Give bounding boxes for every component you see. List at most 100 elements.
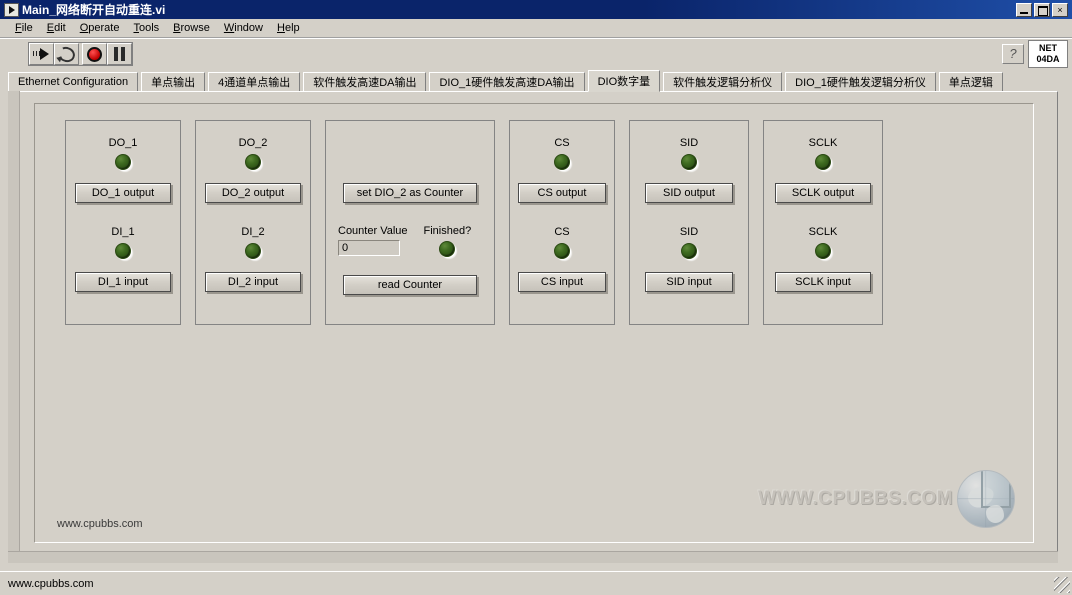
menu-item-window[interactable]: Window bbox=[217, 20, 270, 36]
menu-item-tools[interactable]: Tools bbox=[126, 20, 166, 36]
abort-stop-icon bbox=[87, 46, 102, 62]
cs-output-button[interactable]: CS output bbox=[518, 183, 606, 203]
run-button[interactable] bbox=[29, 43, 54, 65]
tab-sw-trigger-logic-analyzer[interactable]: 软件触发逻辑分析仪 bbox=[663, 72, 783, 91]
window-titlebar: Main_网络断开自动重连.vi × bbox=[0, 0, 1072, 19]
di1-led-label: DI_1 bbox=[111, 226, 135, 238]
abort-button[interactable] bbox=[82, 43, 107, 65]
sclk-output-led-indicator bbox=[815, 154, 831, 170]
counter-value-field-wrap: Counter Value 0 bbox=[338, 225, 408, 256]
run-loop-icon bbox=[55, 44, 78, 64]
tab-single-point-output[interactable]: 单点输出 bbox=[141, 72, 206, 91]
minimize-button[interactable] bbox=[1016, 2, 1032, 17]
set-dio2-as-counter-button[interactable]: set DIO_2 as Counter bbox=[343, 183, 477, 203]
do1-led-label: DO_1 bbox=[108, 137, 138, 149]
tab-strip: Ethernet Configuration 单点输出 4通道单点输出 软件触发… bbox=[8, 70, 1058, 92]
cs-output-led-indicator bbox=[554, 154, 570, 170]
do1-di1-group: DO_1 DO_1 output DI_1 DI_1 input bbox=[65, 120, 181, 325]
cs-group: CS CS output CS CS input bbox=[509, 120, 615, 325]
menu-item-edit[interactable]: Edit bbox=[40, 20, 73, 36]
status-bar: www.cpubbs.com bbox=[0, 571, 1072, 595]
net-badge-line1: NET bbox=[1039, 42, 1057, 53]
counter-group: set DIO_2 as Counter Counter Value 0 Fin… bbox=[325, 120, 495, 325]
sid-group: SID SID output SID SID input bbox=[629, 120, 749, 325]
di1-led-indicator bbox=[115, 243, 131, 259]
menu-item-help[interactable]: Help bbox=[270, 20, 307, 36]
control-groups-row: DO_1 DO_1 output DI_1 DI_1 input DO_2 DO… bbox=[65, 120, 883, 325]
do2-output-button[interactable]: DO_2 output bbox=[205, 183, 301, 203]
sid-input-led-indicator bbox=[681, 243, 697, 259]
menu-item-file[interactable]: File bbox=[8, 20, 40, 36]
sid-output-led-label: SID bbox=[679, 137, 699, 149]
window-controls: × bbox=[1016, 2, 1068, 17]
do2-led-label: DO_2 bbox=[238, 137, 268, 149]
net-device-badge: NET 04DA bbox=[1028, 39, 1068, 68]
do2-di2-group: DO_2 DO_2 output DI_2 DI_2 input bbox=[195, 120, 311, 325]
counter-value-label: Counter Value bbox=[338, 225, 408, 237]
sclk-input-led-label: SCLK bbox=[808, 226, 838, 238]
tab-sw-trigger-hs-da-output[interactable]: 软件触发高速DA输出 bbox=[303, 72, 427, 91]
sclk-output-led-label: SCLK bbox=[808, 137, 838, 149]
run-control-group bbox=[28, 42, 133, 66]
tab-4ch-single-point-output[interactable]: 4通道单点输出 bbox=[208, 72, 301, 91]
front-panel-bottom-edge bbox=[8, 551, 1058, 563]
counter-value-input[interactable]: 0 bbox=[338, 240, 400, 256]
read-counter-button[interactable]: read Counter bbox=[343, 275, 477, 295]
sid-output-led-indicator bbox=[681, 154, 697, 170]
corner-watermark: WWW.CPUBBS.COM bbox=[758, 470, 1015, 528]
labview-vi-icon bbox=[4, 2, 19, 17]
close-icon: × bbox=[1057, 4, 1063, 15]
di2-led-label: DI_2 bbox=[241, 226, 265, 238]
cs-output-led-label: CS bbox=[554, 137, 570, 149]
sclk-input-led-indicator bbox=[815, 243, 831, 259]
tab-dio-digital[interactable]: DIO数字量 bbox=[587, 70, 661, 92]
cs-input-button[interactable]: CS input bbox=[518, 272, 606, 292]
menu-item-operate[interactable]: Operate bbox=[73, 20, 127, 36]
maximize-button[interactable] bbox=[1034, 2, 1050, 17]
tab-ethernet-configuration[interactable]: Ethernet Configuration bbox=[8, 72, 139, 91]
close-button[interactable]: × bbox=[1052, 2, 1068, 17]
run-arrow-icon bbox=[32, 47, 51, 61]
di2-led-indicator bbox=[245, 243, 261, 259]
do1-output-button[interactable]: DO_1 output bbox=[75, 183, 171, 203]
question-mark-icon: ? bbox=[1009, 46, 1017, 61]
counter-readout-row: Counter Value 0 Finished? bbox=[338, 225, 494, 257]
do2-led-indicator bbox=[245, 154, 261, 170]
run-continuously-button[interactable] bbox=[54, 43, 79, 65]
front-panel-inner-frame: DO_1 DO_1 output DI_1 DI_1 input DO_2 DO… bbox=[34, 103, 1034, 543]
cs-input-led-indicator bbox=[554, 243, 570, 259]
sid-input-button[interactable]: SID input bbox=[645, 272, 733, 292]
menu-bar: File Edit Operate Tools Browse Window He… bbox=[0, 19, 1072, 38]
finished-indicator-wrap: Finished? bbox=[423, 225, 472, 257]
corner-watermark-text: WWW.CPUBBS.COM bbox=[758, 488, 953, 509]
di2-input-button[interactable]: DI_2 input bbox=[205, 272, 301, 292]
window-title: Main_网络断开自动重连.vi bbox=[22, 3, 166, 17]
sclk-output-button[interactable]: SCLK output bbox=[775, 183, 871, 203]
tab-dio1-hw-trigger-logic-analyzer[interactable]: DIO_1硬件触发逻辑分析仪 bbox=[785, 72, 936, 91]
cs-input-led-label: CS bbox=[554, 226, 570, 238]
globe-frame-overlay bbox=[981, 471, 1011, 508]
finished-led-indicator bbox=[439, 241, 456, 257]
globe-icon bbox=[957, 470, 1015, 528]
sid-output-button[interactable]: SID output bbox=[645, 183, 733, 203]
di1-input-button[interactable]: DI_1 input bbox=[75, 272, 171, 292]
help-button[interactable]: ? bbox=[1002, 43, 1024, 64]
do1-led-indicator bbox=[115, 154, 131, 170]
tab-single-point-logic[interactable]: 单点逻辑 bbox=[938, 72, 1003, 91]
tab-content-panel: DO_1 DO_1 output DI_1 DI_1 input DO_2 DO… bbox=[8, 91, 1058, 563]
pause-button[interactable] bbox=[107, 43, 132, 65]
tab-dio1-hw-trigger-hs-da-output[interactable]: DIO_1硬件触发高速DA输出 bbox=[429, 72, 585, 91]
toolbar: ? NET 04DA bbox=[0, 38, 1072, 68]
resize-grip[interactable] bbox=[1054, 577, 1070, 593]
sid-input-led-label: SID bbox=[679, 226, 699, 238]
front-panel-left-edge bbox=[8, 91, 20, 563]
status-bar-text: www.cpubbs.com bbox=[8, 577, 94, 590]
panel-watermark-text: www.cpubbs.com bbox=[57, 518, 143, 530]
menu-item-browse[interactable]: Browse bbox=[166, 20, 217, 36]
sclk-group: SCLK SCLK output SCLK SCLK input bbox=[763, 120, 883, 325]
net-badge-line2: 04DA bbox=[1036, 53, 1060, 64]
pause-icon bbox=[113, 47, 126, 61]
finished-label: Finished? bbox=[423, 225, 472, 237]
labview-front-panel-window: Main_网络断开自动重连.vi × File Edit Operate Too… bbox=[0, 0, 1072, 595]
sclk-input-button[interactable]: SCLK input bbox=[775, 272, 871, 292]
